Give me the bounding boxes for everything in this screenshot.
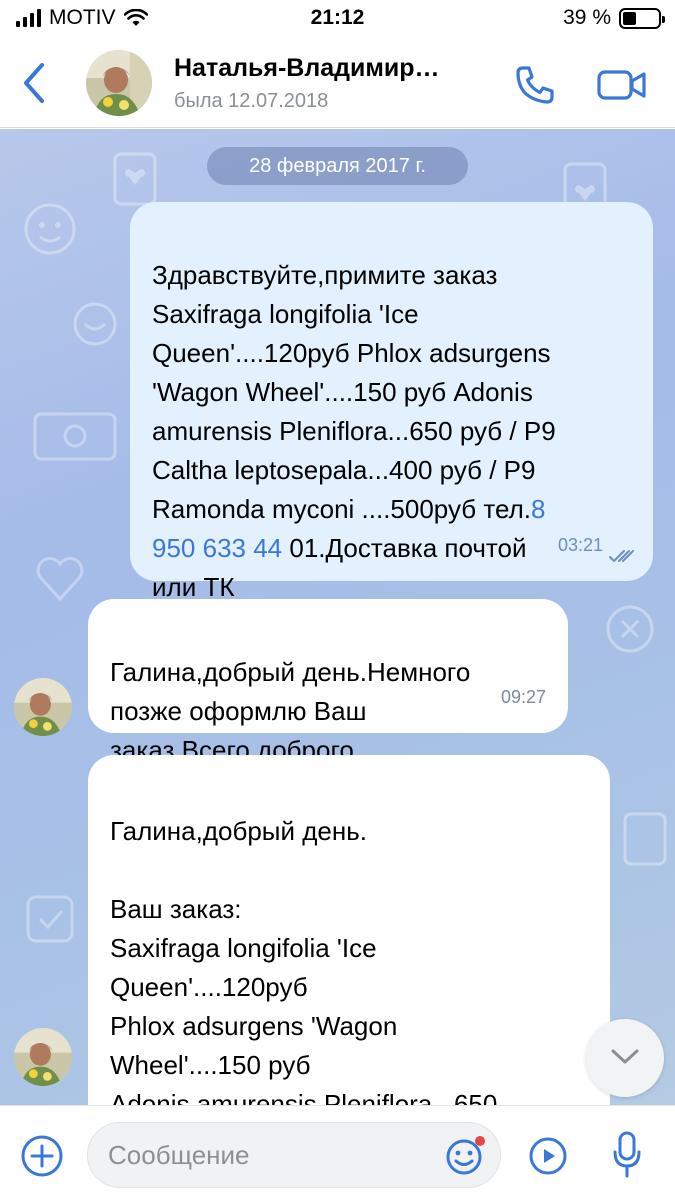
contact-avatar[interactable] (86, 50, 152, 116)
notification-dot (475, 1136, 485, 1146)
message-time: 03:21 (557, 535, 603, 555)
message-incoming[interactable]: Галина,добрый день.Немного позже оформлю… (88, 599, 568, 765)
chat-header: Наталья-Владимир… была 12.07.2018 (0, 38, 675, 128)
scroll-to-bottom-button[interactable] (586, 1019, 664, 1097)
background-doodle-icon (36, 557, 84, 602)
sender-avatar[interactable] (14, 678, 72, 736)
background-doodle-icon (606, 605, 654, 653)
message-time: 09:27 (500, 687, 546, 707)
background-doodle-icon (33, 412, 117, 461)
last-seen-label: была 12.07.2018 (174, 90, 329, 112)
microphone-icon[interactable] (612, 1130, 642, 1180)
message-input[interactable] (108, 1123, 428, 1187)
background-doodle-icon (113, 152, 157, 206)
battery-percent: 39 % (563, 6, 611, 29)
plus-circle-icon[interactable] (20, 1134, 64, 1178)
battery-level (623, 11, 637, 25)
double-check-icon (609, 550, 634, 563)
contact-name: Наталья-Владимир… (174, 54, 440, 82)
date-separator: 28 февраля 2017 г. (207, 147, 468, 185)
message-input-bar (0, 1105, 675, 1200)
message-field[interactable] (87, 1122, 501, 1188)
status-right: 39 % (563, 6, 665, 30)
video-camera-icon[interactable] (597, 68, 647, 102)
background-doodle-icon (623, 812, 667, 866)
play-circle-icon[interactable] (528, 1136, 568, 1176)
background-doodle-icon (26, 895, 74, 943)
sender-avatar[interactable] (14, 1028, 72, 1086)
message-text: Галина,добрый день. Ваш заказ: Saxifraga… (110, 816, 498, 1105)
phone-icon[interactable] (514, 64, 556, 106)
background-doodle-icon (73, 302, 117, 346)
message-text: Галина,добрый день.Немного позже оформлю… (110, 657, 471, 765)
chat-area[interactable]: 28 февраля 2017 г. Здравствуйте,примите … (0, 129, 675, 1105)
message-outgoing[interactable]: Здравствуйте,примите заказ Saxifraga lon… (130, 202, 653, 602)
emoji-button[interactable] (444, 1136, 485, 1177)
chevron-down-icon (611, 1049, 639, 1064)
background-doodle-icon (24, 203, 76, 255)
message-text: Здравствуйте,примите заказ Saxifraga lon… (152, 260, 556, 524)
message-incoming[interactable]: Галина,добрый день. Ваш заказ: Saxifraga… (88, 755, 610, 1105)
status-bar: MOTIV 21:12 39 % (0, 0, 675, 38)
battery-icon (619, 7, 665, 29)
back-chevron-icon[interactable] (18, 60, 50, 106)
